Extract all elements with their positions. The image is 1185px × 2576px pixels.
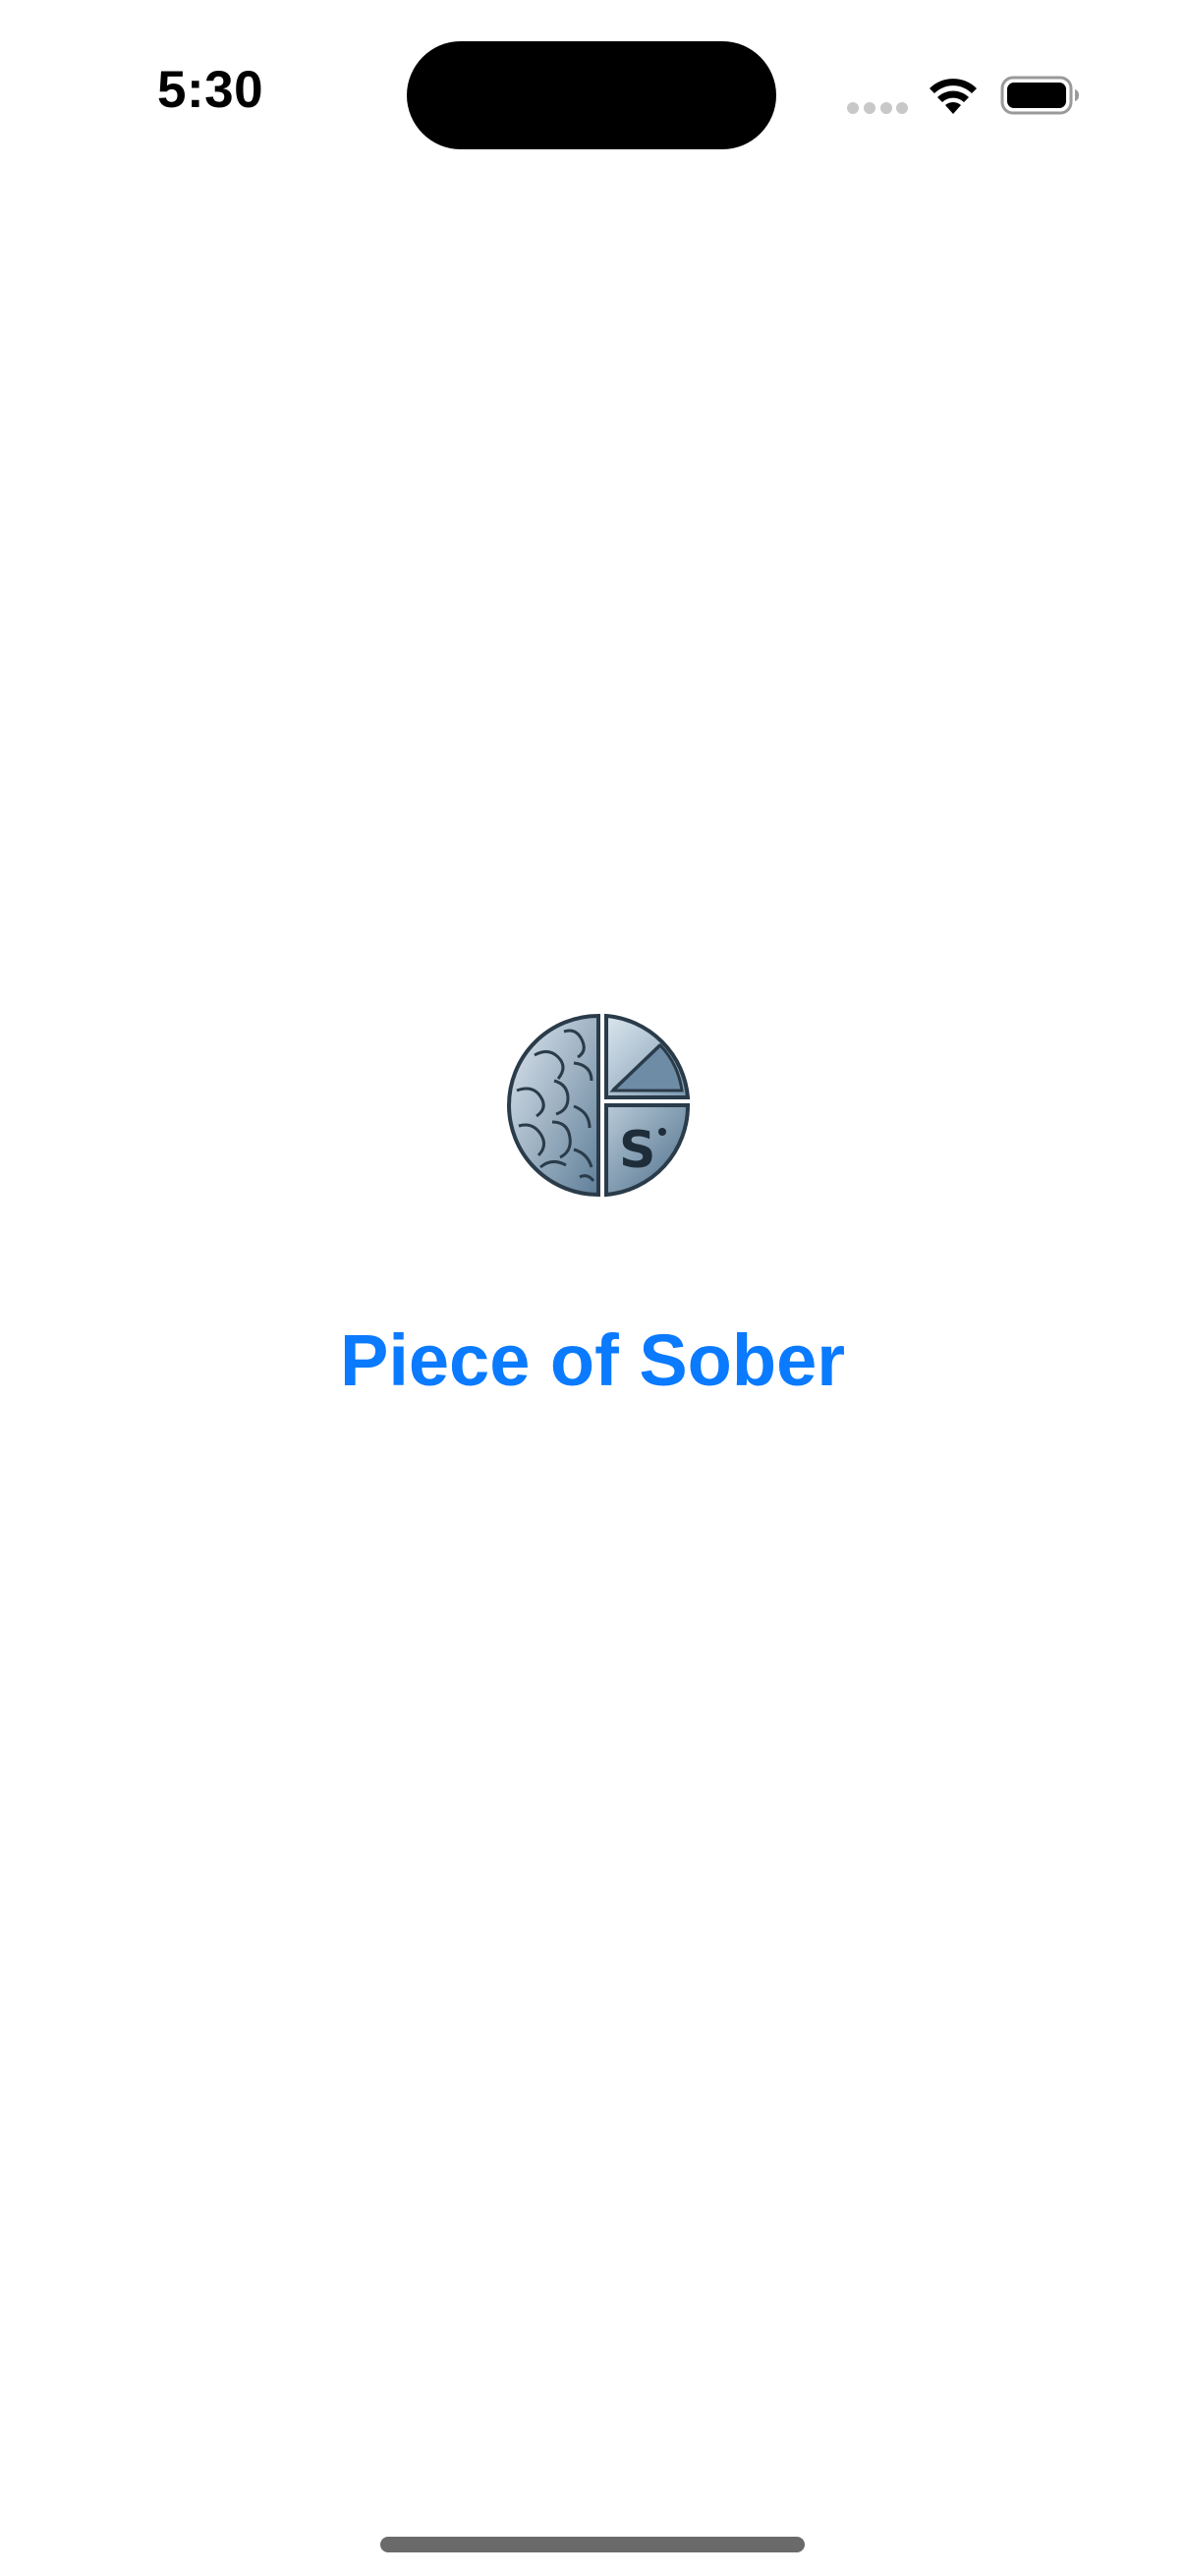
svg-text:S: S <box>619 1121 655 1180</box>
dynamic-island <box>407 41 776 149</box>
wifi-icon <box>930 79 977 114</box>
battery-icon <box>1000 76 1079 115</box>
brain-chart-logo-icon: S <box>507 1013 691 1198</box>
status-time: 5:30 <box>157 61 264 119</box>
home-indicator[interactable] <box>380 2537 805 2552</box>
splash-screen: 5:30 S Piece of Sober <box>0 0 1185 2576</box>
cellular-signal-icon <box>847 102 908 114</box>
app-title: Piece of Sober <box>339 1319 846 1401</box>
